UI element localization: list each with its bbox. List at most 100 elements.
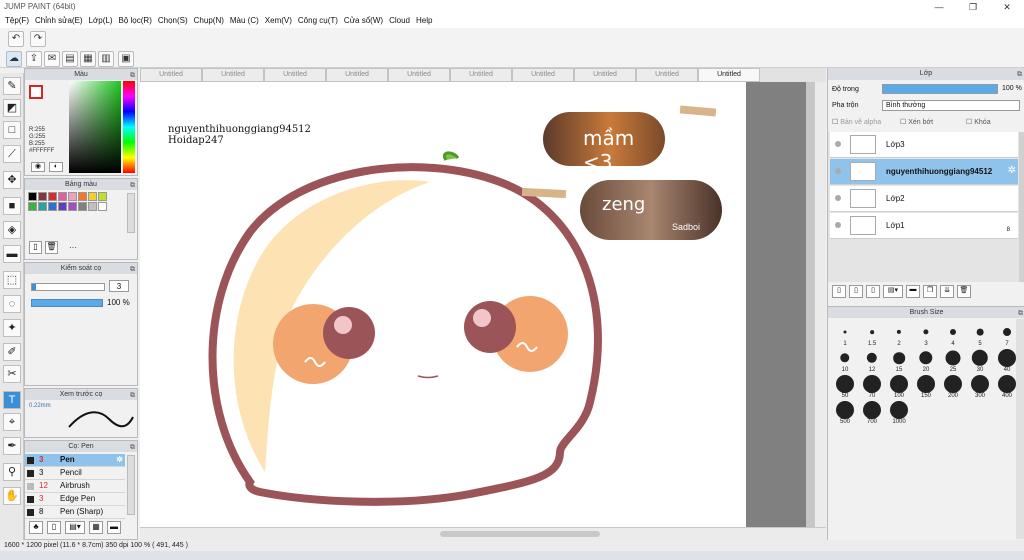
- color-gradient-square[interactable]: [69, 81, 121, 173]
- duplicate-layer-icon[interactable]: ❐: [923, 285, 937, 298]
- brush-item-pencil[interactable]: 3 Pencil: [25, 467, 125, 480]
- palette-swatch[interactable]: [88, 192, 97, 201]
- gear-icon[interactable]: ✲: [1008, 165, 1016, 176]
- layer-visibility-icon[interactable]: [835, 141, 841, 147]
- merge-layer-icon[interactable]: ⇊: [940, 285, 954, 298]
- layer-item[interactable]: Lớp1 8: [830, 213, 1018, 239]
- lock-checkbox[interactable]: ☐ Khóa: [966, 118, 991, 126]
- palette-swatch[interactable]: [98, 202, 107, 211]
- palette-swatch[interactable]: [98, 192, 107, 201]
- palette-swatch[interactable]: [78, 202, 87, 211]
- select-eraser-tool-icon[interactable]: ✂: [3, 365, 21, 383]
- menu-window[interactable]: Cửa sổ(W): [341, 14, 386, 28]
- tab-untitled[interactable]: Untitled: [450, 68, 512, 82]
- brush-size-option[interactable]: 2: [886, 321, 912, 347]
- brush-item-edge-pen[interactable]: 3 Edge Pen: [25, 493, 125, 506]
- brush-item-pen-sharp[interactable]: 8 Pen (Sharp): [25, 506, 125, 519]
- pen-tool-icon[interactable]: ✒: [3, 437, 21, 455]
- scroll-thumb[interactable]: [440, 531, 600, 537]
- palette-swatch[interactable]: [48, 202, 57, 211]
- redo-icon[interactable]: ↷: [30, 31, 46, 47]
- delete-palette-icon[interactable]: 🗑: [45, 241, 58, 254]
- new-layer-8bit-icon[interactable]: ▯: [849, 285, 863, 298]
- brush-size-option[interactable]: 20: [913, 347, 939, 373]
- layer-list-scrollbar[interactable]: [1019, 132, 1024, 282]
- menu-color[interactable]: Màu (C): [227, 14, 262, 28]
- brush-folder-icon[interactable]: ▬: [107, 521, 121, 534]
- tab-untitled[interactable]: Untitled: [574, 68, 636, 82]
- minimize-button[interactable]: —: [922, 0, 956, 14]
- tab-untitled[interactable]: Untitled: [264, 68, 326, 82]
- select-tool-icon[interactable]: ⬚: [3, 271, 21, 289]
- brush-tool-icon[interactable]: ✎: [3, 77, 21, 95]
- maximize-button[interactable]: ❐: [956, 0, 990, 14]
- undo-icon[interactable]: ↶: [8, 31, 24, 47]
- operation-tool-icon[interactable]: ⌖: [3, 413, 21, 431]
- brush-size-option[interactable]: 25: [940, 347, 966, 373]
- tab-untitled[interactable]: Untitled: [388, 68, 450, 82]
- brush-settings-icon[interactable]: ▦: [89, 521, 103, 534]
- move-tool-icon[interactable]: ✥: [3, 171, 21, 189]
- blend-mode-select[interactable]: Bình thường: [882, 100, 1020, 111]
- brush-size-option[interactable]: 15: [886, 347, 912, 373]
- palette-swatch[interactable]: [58, 202, 67, 211]
- brush-size-option[interactable]: 200: [940, 373, 966, 399]
- palette-swatch[interactable]: [88, 202, 97, 211]
- brush-size-scrollbar[interactable]: [1016, 319, 1024, 539]
- layer-icon[interactable]: ▤: [62, 51, 78, 67]
- drawing-canvas[interactable]: nguyenthihuonggiang94512 Hoidap247 mầm <…: [140, 82, 746, 527]
- canvas-horizontal-scrollbar[interactable]: [140, 527, 826, 540]
- palette-more-label[interactable]: ···: [69, 243, 77, 252]
- fill-rect-tool-icon[interactable]: ■: [3, 197, 21, 215]
- layer-item[interactable]: Lớp3: [830, 132, 1018, 158]
- brush-menu-icon[interactable]: ▤▾: [65, 521, 85, 534]
- layer-item[interactable]: Lớp2: [830, 186, 1018, 212]
- gear-icon[interactable]: ✲: [116, 454, 123, 466]
- magic-wand-tool-icon[interactable]: ✦: [3, 319, 21, 337]
- menu-capture[interactable]: Chụp(N): [191, 14, 227, 28]
- close-button[interactable]: ✕: [990, 0, 1024, 14]
- new-layer-icon[interactable]: ▯: [832, 285, 846, 298]
- panel-expand-icon[interactable]: ⧉: [1018, 308, 1023, 319]
- tab-untitled[interactable]: Untitled: [140, 68, 202, 82]
- palette-swatch[interactable]: [28, 202, 37, 211]
- layer-item-selected[interactable]: nguyenthihuonggiang94512 ✲: [830, 159, 1018, 185]
- brush-size-option[interactable]: 3: [913, 321, 939, 347]
- tab-untitled[interactable]: Untitled: [326, 68, 388, 82]
- brush-size-option[interactable]: 700: [859, 399, 885, 425]
- eyedropper-icon[interactable]: ◉: [31, 162, 45, 172]
- eyedropper-tool-icon[interactable]: ⚲: [3, 463, 21, 481]
- brush-size-option[interactable]: 5: [967, 321, 993, 347]
- lasso-tool-icon[interactable]: ◌: [3, 295, 21, 313]
- brush-size-option[interactable]: 100: [886, 373, 912, 399]
- tab-untitled[interactable]: Untitled: [202, 68, 264, 82]
- brush-size-slider[interactable]: [31, 283, 105, 291]
- select-pen-tool-icon[interactable]: ✐: [3, 343, 21, 361]
- cloud-icon[interactable]: ☁: [6, 51, 22, 67]
- foreground-color-swatch[interactable]: [29, 85, 43, 99]
- clipping-checkbox[interactable]: ☐ Xén bớt: [900, 118, 933, 126]
- comment-icon[interactable]: ✉: [44, 51, 60, 67]
- tab-untitled[interactable]: Untitled: [512, 68, 574, 82]
- tab-untitled[interactable]: Untitled: [636, 68, 698, 82]
- brush-size-option[interactable]: 500: [832, 399, 858, 425]
- brush-size-option[interactable]: 50: [832, 373, 858, 399]
- canvas-vertical-scrollbar[interactable]: [814, 82, 826, 542]
- swap-color-icon[interactable]: ◐: [49, 162, 63, 172]
- brush-size-input[interactable]: 3: [109, 280, 129, 292]
- brush-size-option[interactable]: 1.5: [859, 321, 885, 347]
- menu-cloud[interactable]: Cloud: [386, 14, 413, 28]
- menu-tools[interactable]: Công cụ(T): [295, 14, 341, 28]
- palette-swatch[interactable]: [48, 192, 57, 201]
- palette-swatch[interactable]: [78, 192, 87, 201]
- brush-item-airbrush[interactable]: 12 Airbrush: [25, 480, 125, 493]
- share-icon[interactable]: ⇪: [26, 51, 42, 67]
- panel-expand-icon[interactable]: ⧉: [130, 180, 135, 191]
- tab-untitled-active[interactable]: Untitled: [698, 68, 760, 82]
- menu-file[interactable]: Tệp(F): [2, 14, 32, 28]
- panel-expand-icon[interactable]: ⧉: [130, 390, 135, 401]
- brush-size-option[interactable]: 4: [940, 321, 966, 347]
- hue-slider[interactable]: [123, 81, 135, 173]
- line-tool-icon[interactable]: ⟋: [3, 145, 21, 163]
- layer-visibility-icon[interactable]: [835, 195, 841, 201]
